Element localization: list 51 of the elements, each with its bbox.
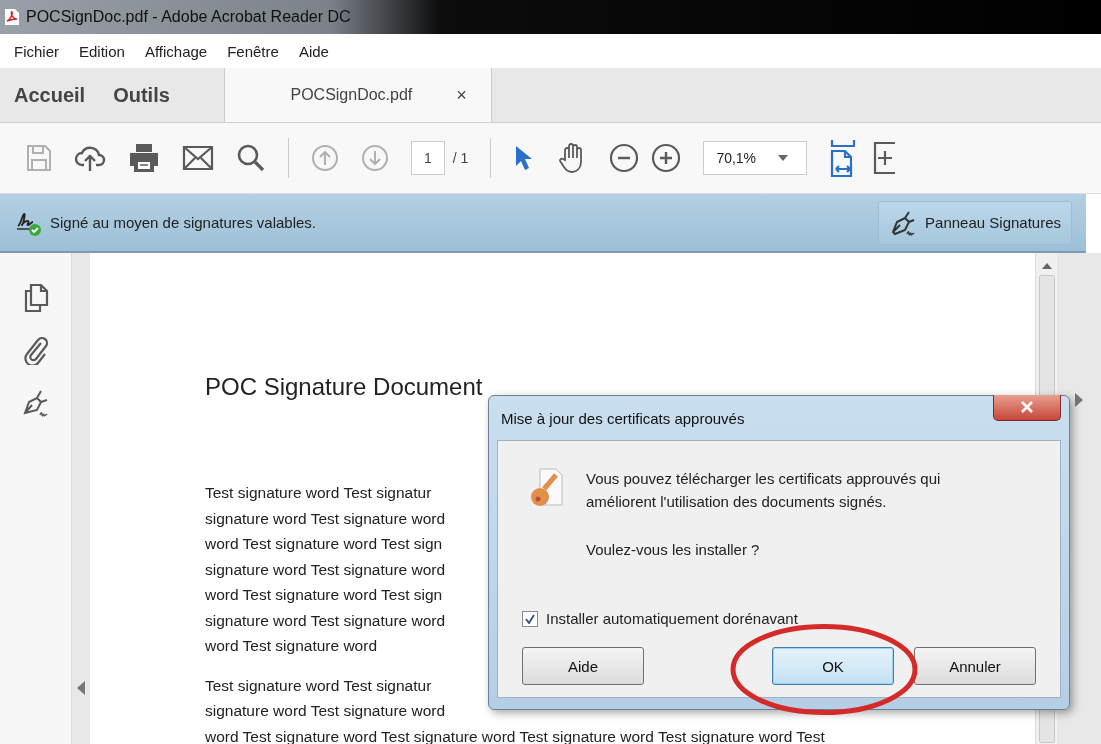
- scroll-up-icon[interactable]: [1041, 263, 1052, 269]
- close-button[interactable]: [993, 395, 1061, 421]
- page-number-field[interactable]: 1: [411, 141, 445, 175]
- dialog-message: Vous pouvez télécharger les certificats approuvés qui améliorent l'utilisation des documents signés.: [586, 469, 942, 512]
- tab-label: POCSignDoc.pdf: [290, 86, 413, 104]
- menu-item[interactable]: Fichier: [14, 42, 59, 60]
- expand-right-icon[interactable]: [1075, 393, 1083, 407]
- close-icon: [1021, 400, 1033, 413]
- document-text-line: signature word Test signature word: [205, 610, 446, 631]
- checkbox-label: Installer automatiquement dorénavant: [546, 610, 798, 627]
- document-text-line: Test signature word Test signatur: [205, 483, 432, 503]
- document-text-line: signature word Test signature word: [205, 508, 446, 529]
- document-text-line: word Test signature word: [205, 636, 378, 656]
- close-tab-icon[interactable]: ×: [456, 84, 467, 106]
- menu-item[interactable]: Fenêtre: [227, 42, 279, 60]
- dialog-button[interactable]: Aide: [522, 647, 644, 685]
- print-icon[interactable]: [128, 142, 160, 174]
- document-text-line: signature word Test signature word: [205, 559, 446, 580]
- zoom-in-icon[interactable]: [651, 143, 682, 173]
- menu-item[interactable]: Aide: [298, 42, 329, 60]
- document-tab[interactable]: POCSignDoc.pdf ×: [223, 68, 492, 122]
- page-total: / 1: [452, 150, 469, 166]
- document-text-line: signature word Test signature word: [205, 701, 446, 721]
- caret-icon: [778, 155, 789, 161]
- zoom-out-icon[interactable]: [609, 143, 640, 173]
- signature-status-message: Signé au moyen de signatures valables.: [50, 214, 317, 231]
- document-text-line: Test signature word Test signatur: [205, 675, 432, 696]
- document-text-line: word Test signature word Test sign: [205, 585, 443, 605]
- nav-tab[interactable]: Outils: [99, 68, 184, 122]
- pages-icon[interactable]: [22, 283, 49, 313]
- dialog-title: Mise à jour des certificats approuvés: [501, 409, 745, 427]
- document-title: POC Signature Document: [205, 372, 484, 402]
- document-text-line: word Test signature word Test sign: [205, 534, 443, 554]
- menu-item[interactable]: Affichage: [144, 42, 208, 60]
- search-icon[interactable]: [236, 143, 266, 173]
- app-icon: [4, 8, 20, 26]
- paperclip-icon[interactable]: [22, 335, 49, 365]
- zoom-dropdown[interactable]: 70,1%: [703, 141, 808, 175]
- dialog-button[interactable]: Annuler: [914, 647, 1036, 685]
- document-text-line: word Test signature word Test signature word Test signature word Test signature word Test: [205, 726, 825, 744]
- fit-window-icon[interactable]: [873, 141, 896, 175]
- dialog-button[interactable]: OK: [772, 647, 894, 685]
- collapse-left-icon[interactable]: [77, 681, 85, 695]
- dialog-question: Voulez-vous les installer ?: [586, 541, 761, 560]
- window-title: POCSignDoc.pdf - Adobe Acrobat Reader DC: [26, 8, 351, 26]
- checkbox[interactable]: [522, 610, 538, 627]
- menu-item[interactable]: Edition: [79, 42, 125, 60]
- nav-tab[interactable]: Accueil: [0, 68, 100, 122]
- signature-panel-button[interactable]: Panneau Signatures: [878, 200, 1072, 245]
- mail-icon[interactable]: [182, 145, 214, 171]
- fit-page-icon[interactable]: [829, 139, 858, 177]
